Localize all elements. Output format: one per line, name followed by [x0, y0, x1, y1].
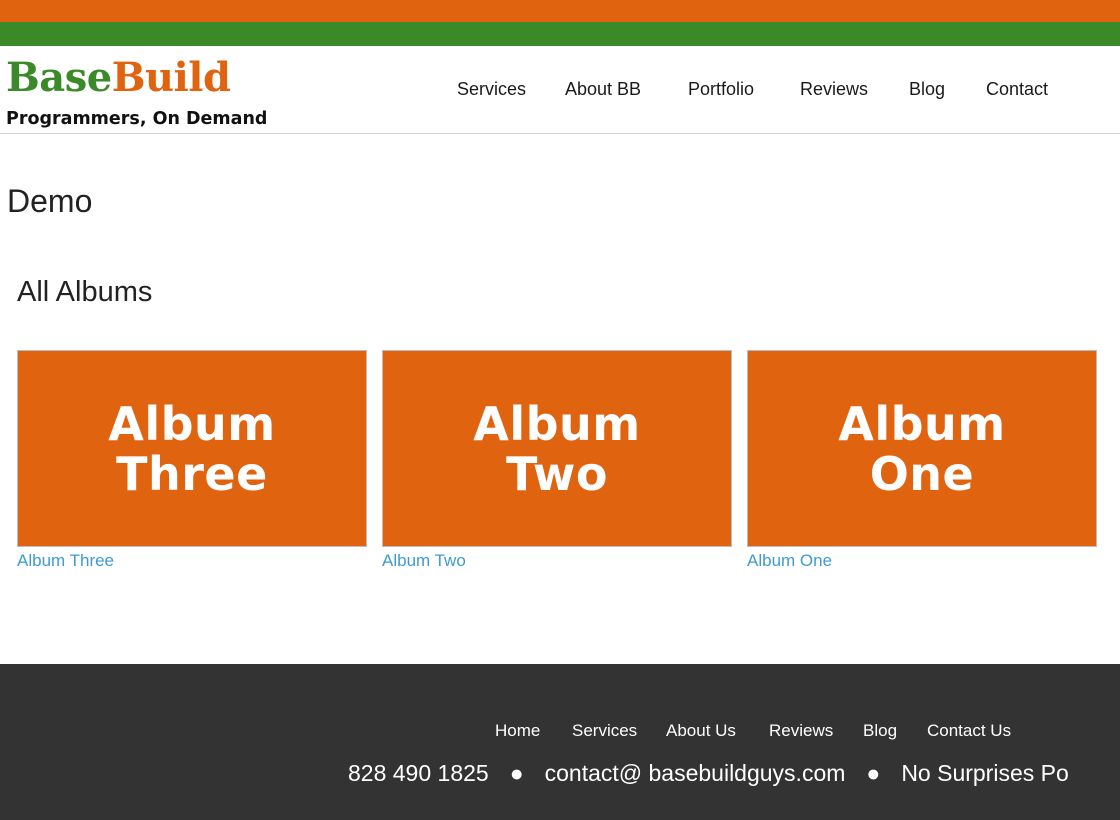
section-title: All Albums [17, 276, 153, 308]
footer-link-blog[interactable]: Blog [863, 721, 897, 741]
album-thumb-line2: Two [506, 446, 608, 501]
nav-blog[interactable]: Blog [909, 79, 945, 100]
nav-contact[interactable]: Contact [986, 79, 1048, 100]
bullet-separator-icon: ● [866, 760, 881, 786]
footer-contact-line: 828 490 1825 ● contact@ basebuildguys.com ●… [348, 760, 1069, 787]
site-header: BaseBuild Programmers, On Demand Service… [0, 46, 1120, 134]
album-thumb-line2: Three [116, 446, 268, 501]
top-orange-band [0, 0, 1120, 22]
bullet-separator-icon: ● [509, 760, 524, 786]
album-thumb-line1: Album [108, 396, 276, 451]
footer-phone[interactable]: 828 490 1825 [348, 760, 489, 786]
top-green-band [0, 22, 1120, 46]
album-link[interactable]: Album One [747, 551, 1097, 571]
footer-link-contact-us[interactable]: Contact Us [927, 721, 1011, 741]
site-footer: Home Services About Us Reviews Blog Cont… [0, 664, 1120, 820]
nav-about-bb[interactable]: About BB [565, 79, 641, 100]
footer-link-home[interactable]: Home [495, 721, 540, 741]
album-card-three[interactable]: Album Three Album Three [17, 350, 367, 571]
album-thumb-line2: One [869, 446, 975, 501]
main-nav: Services About BB Portfolio Reviews Blog… [0, 46, 1120, 133]
album-link[interactable]: Album Three [17, 551, 367, 571]
album-thumbnail[interactable]: Album One [747, 350, 1097, 547]
album-thumbnail[interactable]: Album Two [382, 350, 732, 547]
album-thumb-line1: Album [838, 396, 1006, 451]
nav-services[interactable]: Services [457, 79, 526, 100]
album-card-one[interactable]: Album One Album One [747, 350, 1097, 571]
nav-portfolio[interactable]: Portfolio [688, 79, 754, 100]
album-link[interactable]: Album Two [382, 551, 732, 571]
footer-link-about-us[interactable]: About Us [666, 721, 736, 741]
album-thumbnail-text: Album Two [473, 399, 640, 499]
album-thumbnail-text: Album Three [108, 399, 275, 499]
nav-reviews[interactable]: Reviews [800, 79, 868, 100]
page-title: Demo [7, 183, 93, 219]
album-card-two[interactable]: Album Two Album Two [382, 350, 732, 571]
album-thumbnail-text: Album One [838, 399, 1005, 499]
footer-email[interactable]: contact@ basebuildguys.com [545, 760, 846, 786]
footer-tagline: No Surprises Po [901, 760, 1069, 786]
album-thumb-line1: Album [473, 396, 641, 451]
footer-link-services[interactable]: Services [572, 721, 637, 741]
footer-link-reviews[interactable]: Reviews [769, 721, 833, 741]
album-thumbnail[interactable]: Album Three [17, 350, 367, 547]
